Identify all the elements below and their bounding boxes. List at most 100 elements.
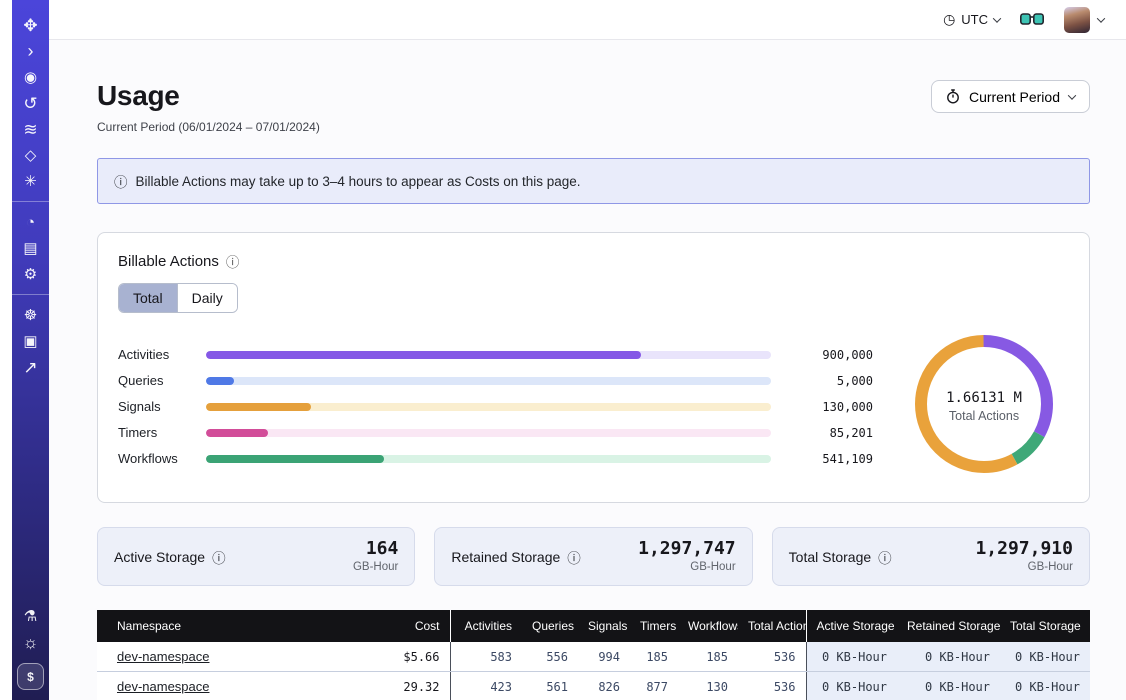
bar-label: Activities — [118, 347, 190, 362]
bar-value: 85,201 — [787, 426, 873, 440]
info-icon[interactable]: ⓘ — [878, 547, 892, 567]
total-storage-cell: 0 KB-Hour — [1000, 642, 1090, 672]
info-banner: ⓘ Billable Actions may take up to 3–4 ho… — [97, 158, 1090, 204]
support-lifebuoy-icon[interactable]: ☸ — [12, 302, 49, 328]
left-sidebar: ✥ › ◉ ↺ ≋ ◇ ✳ ◔ ▤ ⚙ ☸ ▣ ↗ ⚗ ☼ $ — [12, 0, 49, 700]
sidebar-divider — [12, 201, 49, 202]
col-workflows: Workflows — [678, 610, 738, 642]
signals-cell: 994 — [578, 642, 630, 672]
col-timers: Timers — [630, 610, 678, 642]
billable-actions-title: Billable Actions — [118, 253, 219, 270]
total-storage-cell: 0 KB-Hour — [1000, 672, 1090, 700]
period-selector-label: Current Period — [969, 89, 1060, 105]
tab-daily[interactable]: Daily — [177, 284, 237, 312]
glasses-icon[interactable] — [1020, 13, 1044, 26]
history-clock-icon[interactable]: ↺ — [12, 90, 49, 116]
cost-cell: $5.66 — [375, 642, 450, 672]
chevron-down-icon — [1068, 91, 1076, 99]
bar-fill — [206, 455, 384, 463]
bar-row-activities: Activities 900,000 — [118, 342, 873, 368]
table-header-row: Namespace Cost Activities Queries Signal… — [97, 610, 1090, 642]
col-namespace: Namespace — [97, 610, 375, 642]
info-icon: ⓘ — [114, 171, 128, 191]
layers-icon[interactable]: ≋ — [12, 116, 49, 142]
lab-flask-icon[interactable]: ⚗ — [12, 603, 49, 629]
period-selector-button[interactable]: Current Period — [931, 80, 1090, 113]
swirl-icon[interactable]: ◉ — [12, 64, 49, 90]
bar-fill — [206, 351, 641, 359]
chevron-down-icon — [1097, 14, 1105, 22]
timezone-dropdown[interactable]: ◷ UTC — [943, 11, 1000, 28]
total-storage-label: Total Storage — [789, 549, 872, 565]
billing-card-icon[interactable]: ▤ — [12, 235, 49, 261]
col-cost: Cost — [375, 610, 450, 642]
active-storage-cell: 0 KB-Hour — [806, 672, 897, 700]
cost-cell: 29.32 — [375, 672, 450, 700]
asterisk-icon[interactable]: ✳ — [12, 168, 49, 194]
bar-track — [206, 377, 771, 385]
storage-summary-row: Active Storage ⓘ 164 GB-Hour Retained St… — [97, 527, 1090, 586]
bar-value: 5,000 — [787, 374, 873, 388]
active-storage-card: Active Storage ⓘ 164 GB-Hour — [97, 527, 415, 586]
user-avatar[interactable] — [1064, 7, 1090, 33]
bar-label: Signals — [118, 399, 190, 414]
retained-storage-label: Retained Storage — [451, 549, 560, 565]
info-icon[interactable]: ⓘ — [567, 547, 581, 567]
bar-fill — [206, 403, 311, 411]
retained-storage-cell: 0 KB-Hour — [897, 672, 1000, 700]
active-storage-label: Active Storage — [114, 549, 205, 565]
tab-total[interactable]: Total — [119, 284, 177, 312]
activities-cell: 583 — [450, 642, 522, 672]
col-total-actions: Total Actions — [738, 610, 806, 642]
retained-storage-value: 1,297,747 — [638, 539, 736, 559]
theme-sun-icon[interactable]: ☼ — [12, 629, 49, 655]
billable-actions-chart: Activities 900,000 Queries 5,000 Signals… — [118, 329, 1069, 492]
settings-gear-icon[interactable]: ⚙ — [12, 261, 49, 287]
usage-coin-icon[interactable]: $ — [17, 663, 44, 690]
storage-unit: GB-Hour — [638, 561, 736, 574]
bar-track — [206, 429, 771, 437]
bar-row-workflows: Workflows 541,109 — [118, 446, 873, 472]
rocket-icon[interactable]: ↗ — [12, 354, 49, 380]
bar-value: 130,000 — [787, 400, 873, 414]
info-icon[interactable]: ⓘ — [212, 547, 226, 567]
queries-cell: 556 — [522, 642, 578, 672]
timers-cell: 185 — [630, 642, 678, 672]
current-period-subtitle: Current Period (06/01/2024 – 07/01/2024) — [97, 120, 320, 134]
activities-cell: 423 — [450, 672, 522, 700]
account-menu[interactable] — [1064, 7, 1104, 33]
timers-cell: 877 — [630, 672, 678, 700]
namespace-link[interactable]: dev-namespace — [117, 679, 210, 694]
storage-unit: GB-Hour — [975, 561, 1073, 574]
col-retained-storage: Retained Storage — [897, 610, 1000, 642]
info-icon[interactable]: ⓘ — [226, 251, 240, 271]
temporal-logo-icon[interactable]: ✥ — [12, 12, 49, 38]
total-actions-cell: 536 — [738, 642, 806, 672]
bar-label: Workflows — [118, 451, 190, 466]
col-queries: Queries — [522, 610, 578, 642]
cube-icon[interactable]: ◇ — [12, 142, 49, 168]
stopwatch-icon — [946, 89, 960, 104]
workflows-cell: 185 — [678, 642, 738, 672]
collapse-chevron-icon[interactable]: › — [12, 38, 49, 64]
retained-storage-cell: 0 KB-Hour — [897, 642, 1000, 672]
gauge-icon[interactable]: ◔ — [12, 209, 49, 235]
bar-label: Queries — [118, 373, 190, 388]
bar-value: 900,000 — [787, 348, 873, 362]
total-actions-donut: 1.66131 M Total Actions — [909, 329, 1059, 484]
bar-row-signals: Signals 130,000 — [118, 394, 873, 420]
bar-track — [206, 455, 771, 463]
page-title: Usage — [97, 80, 320, 112]
bar-track — [206, 351, 771, 359]
active-storage-value: 164 — [353, 539, 398, 559]
col-active-storage: Active Storage — [806, 610, 897, 642]
signals-cell: 826 — [578, 672, 630, 700]
bar-label: Timers — [118, 425, 190, 440]
docs-terminal-icon[interactable]: ▣ — [12, 328, 49, 354]
namespace-link[interactable]: dev-namespace — [117, 649, 210, 664]
total-actions-label: Total Actions — [949, 409, 1019, 423]
workflows-cell: 130 — [678, 672, 738, 700]
col-signals: Signals — [578, 610, 630, 642]
total-storage-card: Total Storage ⓘ 1,297,910 GB-Hour — [772, 527, 1090, 586]
billable-actions-card: Billable Actions ⓘ Total Daily Activitie… — [97, 232, 1090, 503]
